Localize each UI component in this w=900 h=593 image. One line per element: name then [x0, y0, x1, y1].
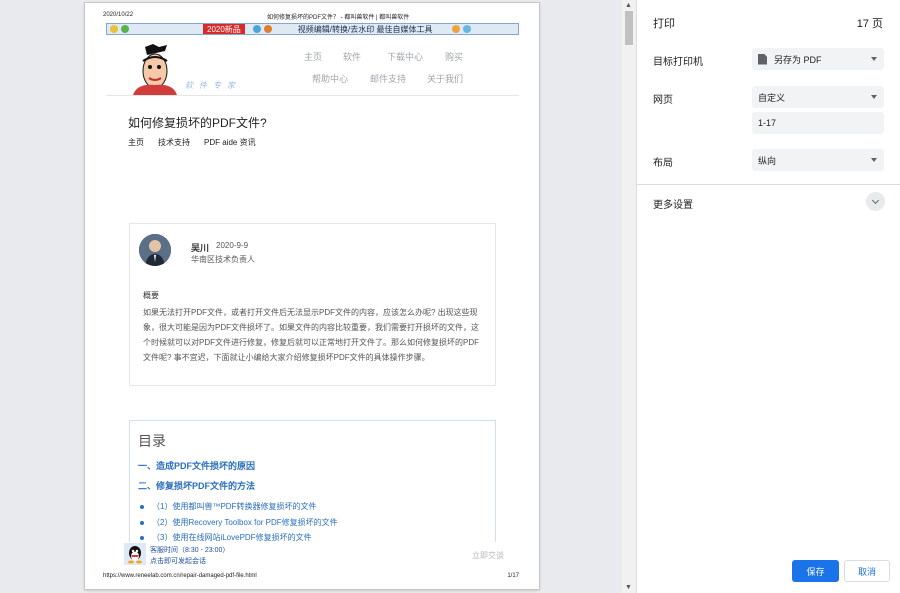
live-chat-widget[interactable]: 客服时间（8:30 - 23:00） 点击即可发起会话 立即交谈: [124, 542, 504, 570]
dropdown-caret-icon: [871, 95, 877, 99]
print-settings-panel: 打印 17 页 目标打印机 另存为 PDF 网页 自定义 1-17 布局 纵向 …: [636, 0, 900, 593]
logo-tagline: 软件专家: [185, 81, 241, 90]
nav-link-downloads[interactable]: 下载中心: [387, 50, 423, 63]
nav-link-software[interactable]: 软件: [343, 50, 361, 63]
pages-label: 网页: [653, 95, 673, 106]
layout-label: 布局: [653, 158, 673, 169]
pages-range-value: 1-17: [758, 118, 777, 128]
cancel-button[interactable]: 取消: [844, 560, 890, 582]
author-avatar: [139, 234, 171, 266]
toc-list-item[interactable]: （2）使用Recovery Toolbox for PDF修复损坏的文件: [140, 517, 338, 528]
pages-select[interactable]: 自定义: [752, 86, 884, 108]
nav-link-about[interactable]: 关于我们: [427, 72, 463, 85]
scroll-thumb[interactable]: [625, 11, 633, 45]
banner-decoration-icon: [252, 25, 261, 33]
ad-banner: 2020新品 视频编辑/转换/去水印 最佳自媒体工具: [106, 23, 519, 35]
dropdown-caret-icon: [871, 57, 877, 61]
scroll-down-arrow-icon[interactable]: ▼: [625, 584, 632, 591]
nav-link-help[interactable]: 帮助中心: [312, 72, 348, 85]
chat-hours: 客服时间（8:30 - 23:00）: [150, 547, 230, 554]
banner-text: 视频编辑/转换/去水印 最佳自媒体工具: [297, 24, 433, 34]
toc-heading-methods[interactable]: 二、修复损坏PDF文件的方法: [138, 479, 255, 492]
nav-link-email-support[interactable]: 邮件支持: [370, 72, 406, 85]
summary-text: 如果无法打开PDF文件，或者打开文件后无法显示PDF文件的内容，应该怎么办呢? …: [143, 308, 479, 362]
toc-heading-causes[interactable]: 一、造成PDF文件损坏的原因: [138, 459, 255, 472]
print-dialog-title: 打印: [653, 18, 675, 30]
page-count: 17 页: [856, 18, 883, 30]
toc-list-item[interactable]: （1）使用都叫兽™PDF转换器修复损坏的文件: [140, 501, 316, 512]
more-settings-label[interactable]: 更多设置: [653, 196, 693, 211]
banner-decoration-icon: [121, 25, 129, 33]
banner-decoration-icon: [452, 25, 461, 33]
chat-start-link[interactable]: 点击即可发起会话: [150, 556, 206, 566]
preview-scrollbar[interactable]: ▲ ▼: [622, 0, 636, 593]
banner-decoration-icon: [263, 25, 272, 33]
layout-value: 纵向: [758, 155, 777, 166]
pages-value: 自定义: [758, 92, 786, 103]
print-footer-url: https://www.reneelab.com.cn/repair-damag…: [103, 573, 257, 579]
print-header-title: 如何修复损坏的PDF文件？ - 都叫兽软件 | 都叫兽软件: [267, 15, 410, 21]
print-footer-page-number: 1/17: [507, 573, 519, 579]
banner-decoration-icon: [463, 25, 472, 33]
breadcrumb-pdf-aide[interactable]: PDF aide 资讯: [204, 137, 256, 148]
chevron-down-icon: [871, 196, 880, 204]
destination-label: 目标打印机: [653, 57, 703, 68]
author-date: 2020-9-9: [216, 241, 249, 250]
pages-range-input[interactable]: 1-17: [752, 112, 884, 134]
summary-heading: 概要: [143, 291, 159, 300]
table-of-contents: 目录 一、造成PDF文件损坏的原因 二、修复损坏PDF文件的方法 （1）使用都叫…: [129, 420, 496, 545]
expand-more-settings-button[interactable]: [866, 192, 885, 211]
author-summary-card: 吴川 2020-9-9 华南区技术负责人 概要 如果无法打开PDF文件，或者打开…: [129, 223, 496, 386]
banner-decoration-icon: [110, 25, 118, 33]
save-button[interactable]: 保存: [792, 560, 839, 582]
chat-now-button[interactable]: 立即交谈: [472, 550, 504, 561]
author-name: 吴川: [191, 243, 210, 253]
nav-link-buy[interactable]: 购买: [445, 50, 463, 63]
header-divider: [106, 95, 519, 96]
print-header-date: 2020/10/22: [103, 12, 134, 18]
nav-link-home[interactable]: 主页: [304, 50, 322, 63]
destination-select[interactable]: 另存为 PDF: [752, 48, 884, 70]
breadcrumb-home[interactable]: 主页: [128, 137, 144, 148]
author-role: 华南区技术负责人: [191, 255, 255, 264]
toc-title: 目录: [138, 433, 166, 449]
article-title: 如何修复损坏的PDF文件?: [128, 116, 267, 130]
pdf-file-icon: [758, 53, 767, 65]
scroll-up-arrow-icon[interactable]: ▲: [625, 2, 632, 9]
print-preview-area: 2020/10/22 如何修复损坏的PDF文件？ - 都叫兽软件 | 都叫兽软件…: [0, 0, 636, 593]
preview-page: 2020/10/22 如何修复损坏的PDF文件？ - 都叫兽软件 | 都叫兽软件…: [85, 3, 539, 589]
destination-value: 另存为 PDF: [774, 54, 822, 65]
panel-divider: [637, 184, 900, 185]
qq-penguin-icon: [124, 543, 146, 565]
dropdown-caret-icon: [871, 158, 877, 162]
banner-new-tag: 2020新品: [203, 24, 245, 34]
breadcrumb-tech-support[interactable]: 技术支持: [158, 137, 190, 148]
layout-select[interactable]: 纵向: [752, 149, 884, 171]
